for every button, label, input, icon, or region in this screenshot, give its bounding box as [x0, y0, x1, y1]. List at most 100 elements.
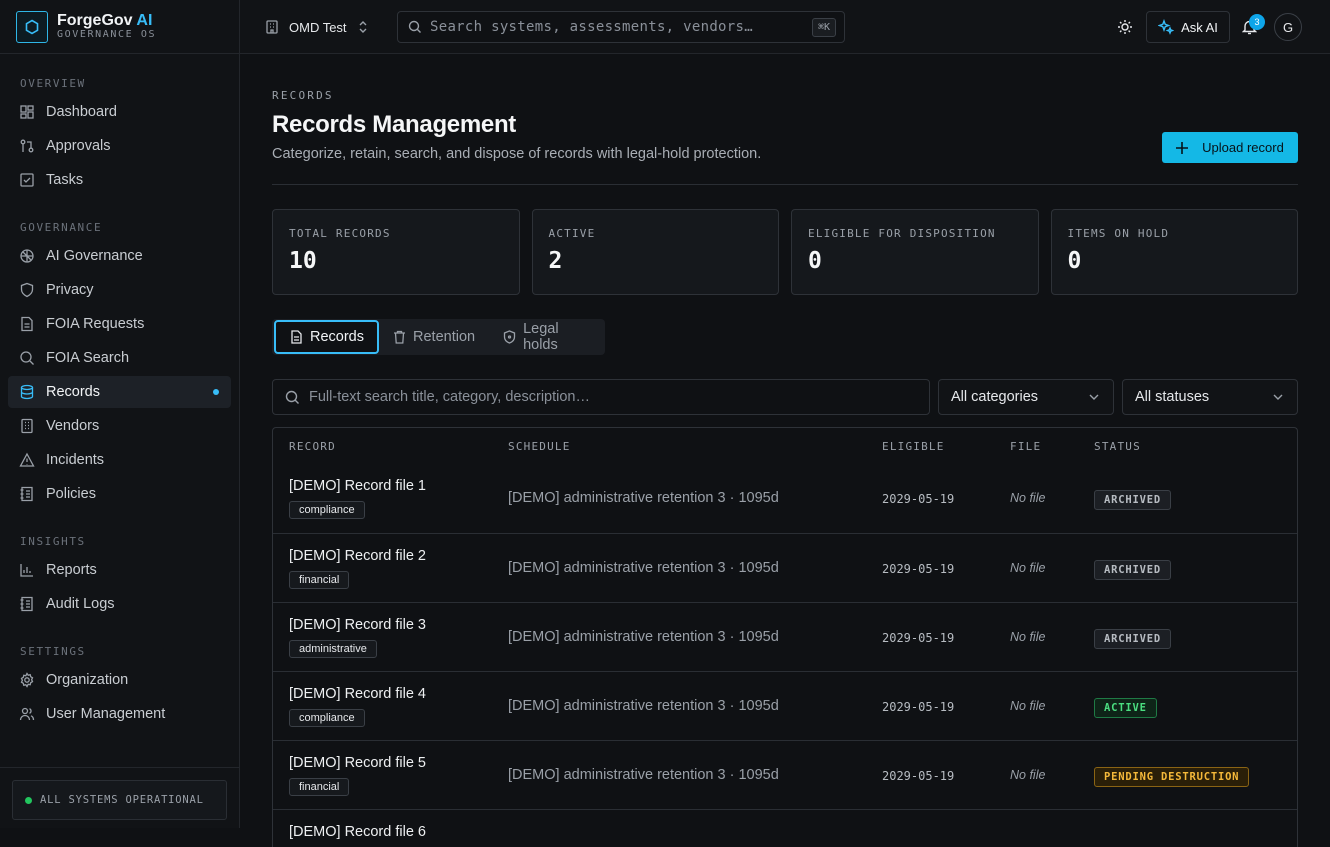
stat-value: 10	[289, 248, 317, 274]
stat-card-active: ACTIVE 2	[531, 209, 779, 295]
sidebar-item-organization[interactable]: Organization	[8, 664, 231, 696]
warning-icon	[19, 452, 35, 468]
bar-chart-icon	[19, 562, 35, 578]
sparkles-icon	[1158, 19, 1175, 35]
retention-schedule: [DEMO] administrative retention 3 · 1095…	[508, 560, 779, 576]
nav-section-settings: SETTINGS Organization User Management	[0, 638, 239, 730]
sidebar-item-label: User Management	[46, 706, 166, 722]
sidebar-item-label: Reports	[46, 562, 97, 578]
org-switcher[interactable]: OMD Test	[264, 15, 369, 39]
record-title[interactable]: [DEMO] Record file 6	[289, 824, 426, 840]
column-header-file[interactable]: FILE	[1010, 440, 1041, 453]
plus-icon	[1176, 141, 1189, 154]
search-icon	[408, 20, 422, 34]
nav-section-overview: OVERVIEW Dashboard Approvals Tasks	[0, 70, 239, 196]
table-row[interactable]: [DEMO] Record file 6	[273, 809, 1297, 847]
category-select[interactable]: All categories	[938, 379, 1114, 415]
column-header-eligible[interactable]: ELIGIBLE	[882, 440, 945, 453]
sidebar-item-vendors[interactable]: Vendors	[8, 410, 231, 442]
search-icon	[285, 390, 300, 405]
column-header-schedule[interactable]: SCHEDULE	[508, 440, 571, 453]
page-eyebrow: RECORDS	[272, 89, 334, 102]
notifications-button[interactable]: 3	[1240, 14, 1265, 36]
category-badge: compliance	[289, 709, 365, 727]
sidebar-item-reports[interactable]: Reports	[8, 554, 231, 586]
status-badge: PENDING DESTRUCTION	[1094, 767, 1250, 787]
tab-label: Retention	[413, 329, 476, 345]
table-row[interactable]: [DEMO] Record file 4 compliance [DEMO] adm…	[273, 671, 1297, 740]
table-row[interactable]: [DEMO] Record file 2 financial [DEMO] admi…	[273, 533, 1297, 602]
record-title[interactable]: [DEMO] Record file 5	[289, 755, 426, 771]
sidebar-item-incidents[interactable]: Incidents	[8, 444, 231, 476]
record-title[interactable]: [DEMO] Record file 4	[289, 686, 426, 702]
tab-legal-holds[interactable]: Legal holds	[489, 321, 603, 353]
file-value: No file	[1010, 768, 1046, 782]
sidebar-item-ai-governance[interactable]: AI Governance	[8, 240, 231, 272]
chevron-down-icon	[1272, 391, 1284, 403]
status-badge: ARCHIVED	[1094, 490, 1171, 510]
table-row[interactable]: [DEMO] Record file 3 administrative [DEMO]…	[273, 602, 1297, 671]
nav-section-governance: GOVERNANCE AI Governance Privacy FOIA Reque…	[0, 214, 239, 510]
file-icon	[290, 330, 303, 344]
column-header-status[interactable]: STATUS	[1094, 440, 1141, 453]
sidebar-item-privacy[interactable]: Privacy	[8, 274, 231, 306]
status-badge: ARCHIVED	[1094, 629, 1171, 649]
chevron-down-icon	[1088, 391, 1100, 403]
file-value: No file	[1010, 630, 1046, 644]
theme-toggle-button[interactable]	[1116, 18, 1134, 36]
nav-section-heading: SETTINGS	[20, 645, 86, 658]
brand-name: ForgeGov AI	[57, 12, 153, 29]
sidebar-item-label: Dashboard	[46, 104, 117, 120]
tab-records[interactable]: Records	[274, 320, 379, 354]
table-row[interactable]: [DEMO] Record file 1 compliance [DEMO] adm…	[273, 464, 1297, 533]
user-avatar[interactable]: G	[1274, 13, 1302, 41]
table-row[interactable]: [DEMO] Record file 5 financial [DEMO] admi…	[273, 740, 1297, 809]
eligible-date: 2029-05-19	[882, 769, 955, 783]
upload-record-button[interactable]: Upload record	[1162, 132, 1298, 163]
status-badge: ARCHIVED	[1094, 560, 1171, 580]
brand-subtitle: GOVERNANCE OS	[57, 29, 157, 40]
sidebar-item-policies[interactable]: Policies	[8, 478, 231, 510]
category-select-value: All categories	[951, 389, 1039, 405]
page-subtitle: Categorize, retain, search, and dispose …	[272, 146, 762, 162]
record-title[interactable]: [DEMO] Record file 3	[289, 617, 426, 633]
sidebar-item-user-management[interactable]: User Management	[8, 698, 231, 730]
tab-label: Records	[310, 329, 364, 345]
status-select[interactable]: All statuses	[1122, 379, 1298, 415]
sidebar-item-records[interactable]: Records	[8, 376, 231, 408]
sidebar-item-tasks[interactable]: Tasks	[8, 164, 231, 196]
sidebar-item-foia-requests[interactable]: FOIA Requests	[8, 308, 231, 340]
dashboard-icon	[19, 104, 35, 120]
status-badge: ACTIVE	[1094, 698, 1157, 718]
approvals-icon	[19, 138, 35, 154]
record-title[interactable]: [DEMO] Record file 2	[289, 548, 426, 564]
records-search-placeholder: Full-text search title, category, descri…	[309, 389, 590, 405]
tab-retention[interactable]: Retention	[379, 321, 489, 353]
nav-section-insights: INSIGHTS Reports Audit Logs	[0, 528, 239, 620]
sidebar-nav: OVERVIEW Dashboard Approvals Tasks GOVERNANC…	[0, 54, 239, 730]
global-search-input[interactable]: Search systems, assessments, vendors… ⌘K	[397, 11, 845, 43]
category-badge: financial	[289, 571, 350, 589]
nav-section-heading: INSIGHTS	[20, 535, 86, 548]
brand[interactable]: ForgeGov AI GOVERNANCE OS	[0, 0, 239, 54]
sidebar-item-foia-search[interactable]: FOIA Search	[8, 342, 231, 374]
tab-label: Legal holds	[523, 321, 559, 353]
search-shortcut: ⌘K	[811, 18, 836, 37]
records-table: RECORD SCHEDULE ELIGIBLE FILE STATUS [DE…	[272, 427, 1298, 847]
sidebar-item-audit-logs[interactable]: Audit Logs	[8, 588, 231, 620]
eligible-date: 2029-05-19	[882, 631, 955, 645]
record-title[interactable]: [DEMO] Record file 1	[289, 478, 426, 494]
eligible-date: 2029-05-19	[882, 492, 955, 506]
sidebar-item-approvals[interactable]: Approvals	[8, 130, 231, 162]
sidebar-item-dashboard[interactable]: Dashboard	[8, 96, 231, 128]
sidebar-item-label: Organization	[46, 672, 129, 688]
records-search-input[interactable]: Full-text search title, category, descri…	[272, 379, 930, 415]
stat-value: 2	[548, 248, 563, 274]
sidebar-item-label: Policies	[46, 486, 96, 502]
ask-ai-button[interactable]: Ask AI	[1146, 11, 1230, 43]
category-badge: financial	[289, 778, 350, 796]
nav-section-heading: OVERVIEW	[20, 77, 86, 90]
column-header-record[interactable]: RECORD	[289, 440, 336, 453]
upload-record-label: Upload record	[1202, 140, 1284, 155]
status-dot-icon	[25, 796, 32, 804]
